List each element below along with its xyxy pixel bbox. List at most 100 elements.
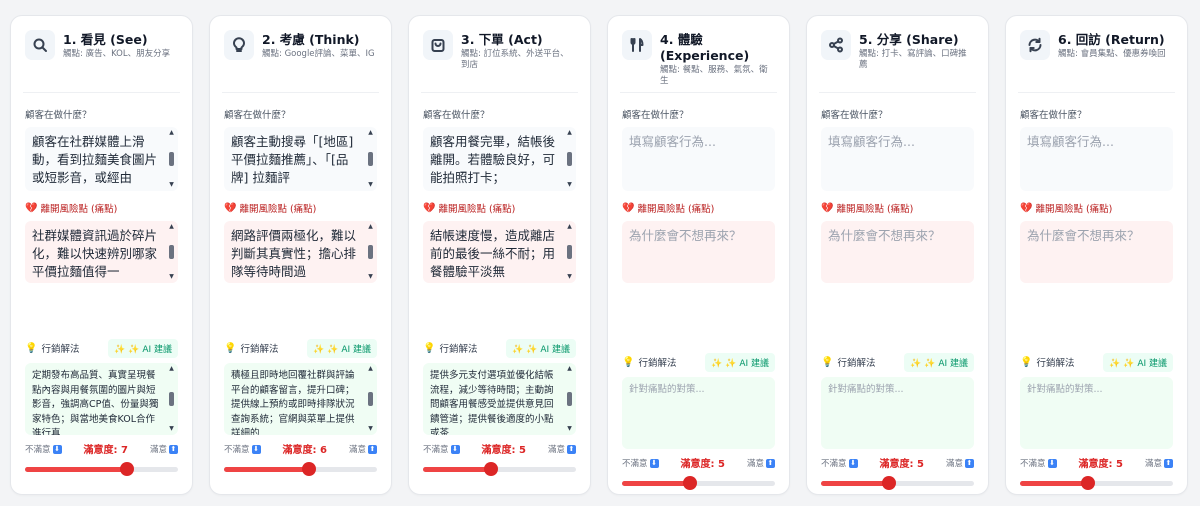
satisfaction-slider[interactable] <box>25 462 178 476</box>
ai-suggest-button[interactable]: ✨ ✨ AI 建議 <box>506 338 576 358</box>
scroll-up-arrow[interactable]: ▲ <box>169 130 174 136</box>
satisfaction-slider[interactable] <box>622 476 775 490</box>
up-arrow-icon: ⬆ <box>1163 458 1173 468</box>
solution-field[interactable]: 針對痛點的對策... <box>821 377 974 449</box>
scroll-thumb[interactable] <box>169 245 174 259</box>
scrollbar[interactable]: ▲ ▼ <box>566 366 573 432</box>
pain-point-field[interactable]: 為什麼會不想再來？ <box>1020 221 1173 283</box>
scroll-thumb[interactable] <box>368 152 373 166</box>
scrollbar[interactable]: ▲ ▼ <box>168 130 175 188</box>
scroll-down-arrow[interactable]: ▼ <box>567 426 572 432</box>
satisfaction-row: 不滿意 ⬇ 滿意度: 5 滿意 ⬆ <box>1020 455 1173 470</box>
scroll-thumb[interactable] <box>169 152 174 166</box>
stage-touchpoints: 觸點: 餐點、服務、氣氛、衛生 <box>660 65 768 86</box>
customer-action-field[interactable]: 顧客主動搜尋「[地區] 平價拉麵推薦」、「[品牌] 拉麵評 ▲ ▼ <box>224 127 377 191</box>
solution-placeholder: 針對痛點的對策... <box>828 384 904 395</box>
stage-touchpoints: 觸點: 訂位系統、外送平台、到店 <box>461 49 569 70</box>
satisfaction-row: 不滿意 ⬇ 滿意度: 5 滿意 ⬆ <box>821 455 974 470</box>
pain-point-field[interactable]: 為什麼會不想再來？ <box>821 221 974 283</box>
customer-action-field[interactable]: 填寫顧客行為... <box>821 127 974 191</box>
scroll-down-arrow[interactable]: ▼ <box>567 182 572 188</box>
scrollbar[interactable]: ▲ ▼ <box>168 366 175 432</box>
scroll-thumb[interactable] <box>368 245 373 259</box>
pain-point-field[interactable]: 網路評價兩極化，難以判斷其真實性；擔心排隊等待時間過 ▲ ▼ <box>224 221 377 283</box>
ai-suggest-button[interactable]: ✨ ✨ AI 建議 <box>307 338 377 358</box>
scrollbar[interactable]: ▲ ▼ <box>367 366 374 432</box>
scroll-down-arrow[interactable]: ▼ <box>368 274 373 280</box>
solution-placeholder: 針對痛點的對策... <box>629 384 705 395</box>
refresh-icon <box>1020 30 1050 60</box>
slider-knob[interactable] <box>302 462 316 476</box>
scroll-thumb[interactable] <box>567 152 572 166</box>
up-arrow-icon: ⬆ <box>964 458 974 468</box>
action-label: 顧客在做什麼？ <box>1020 110 1087 121</box>
satisfaction-value: 滿意度: 7 <box>83 445 128 456</box>
stage-card: 4. 體驗 (Experience) 觸點: 餐點、服務、氣氛、衛生 顧客在做什麼？… <box>607 15 790 495</box>
solution-field[interactable]: 提供多元支付選項並優化結帳流程，減少等待時間；主動詢問顧客用餐感受並提供意見回饋… <box>423 363 576 435</box>
action-label: 顧客在做什麼？ <box>423 110 490 121</box>
pain-point-field[interactable]: 社群媒體資訊過於碎片化，難以快速辨別哪家平價拉麵值得一 ▲ ▼ <box>25 221 178 283</box>
satisfaction-slider[interactable] <box>821 476 974 490</box>
pain-placeholder: 為什麼會不想再來？ <box>828 228 941 243</box>
scrollbar[interactable]: ▲ ▼ <box>367 130 374 188</box>
scroll-up-arrow[interactable]: ▲ <box>567 224 572 230</box>
scroll-thumb[interactable] <box>567 392 572 406</box>
ai-suggest-button[interactable]: ✨ ✨ AI 建議 <box>705 352 775 372</box>
solution-field[interactable]: 定期發布高品質、真實呈現餐點內容與用餐氛圍的圖片與短影音，強調高CP值、份量與獨… <box>25 363 178 435</box>
scroll-down-arrow[interactable]: ▼ <box>169 182 174 188</box>
customer-action-field[interactable]: 填寫顧客行為... <box>622 127 775 191</box>
pain-placeholder: 為什麼會不想再來？ <box>629 228 742 243</box>
solution-field[interactable]: 針對痛點的對策... <box>1020 377 1173 449</box>
customer-action-field[interactable]: 填寫顧客行為... <box>1020 127 1173 191</box>
scrollbar[interactable]: ▲ ▼ <box>566 130 573 188</box>
stage-title: 5. 分享 (Share) <box>859 32 959 47</box>
slider-knob[interactable] <box>120 462 134 476</box>
sparkle-icon: ✨ <box>711 358 726 369</box>
satisfaction-row: 不滿意 ⬇ 滿意度: 5 滿意 ⬆ <box>622 455 775 470</box>
solution-field[interactable]: 針對痛點的對策... <box>622 377 775 449</box>
sparkle-icon: ✨ <box>313 344 328 355</box>
scroll-up-arrow[interactable]: ▲ <box>169 366 174 372</box>
slider-track <box>224 467 377 472</box>
ai-suggest-button[interactable]: ✨ ✨ AI 建議 <box>904 352 974 372</box>
scroll-thumb[interactable] <box>368 392 373 406</box>
stage-title: 4. 體驗 (Experience) <box>660 32 750 63</box>
ai-suggest-button[interactable]: ✨ ✨ AI 建議 <box>108 338 178 358</box>
scroll-down-arrow[interactable]: ▼ <box>368 182 373 188</box>
scroll-up-arrow[interactable]: ▲ <box>567 130 572 136</box>
up-arrow-icon: ⬆ <box>566 444 576 454</box>
scrollbar[interactable]: ▲ ▼ <box>566 224 573 280</box>
satisfaction-slider[interactable] <box>224 462 377 476</box>
slider-knob[interactable] <box>1080 476 1095 490</box>
stage-title: 3. 下單 (Act) <box>461 32 543 47</box>
scroll-down-arrow[interactable]: ▼ <box>368 426 373 432</box>
solution-field[interactable]: 積極且即時地回覆社群與評論平台的顧客留言，提升口碑；提供線上預約或即時排隊狀況查… <box>224 363 377 435</box>
slider-knob[interactable] <box>483 462 498 476</box>
customer-action-field[interactable]: 顧客在社群媒體上滑動，看到拉麵美食圖片或短影音，或經由 ▲ ▼ <box>25 127 178 191</box>
scroll-down-arrow[interactable]: ▼ <box>169 274 174 280</box>
scroll-thumb[interactable] <box>567 245 572 259</box>
ai-suggest-button[interactable]: ✨ ✨ AI 建議 <box>1103 352 1173 372</box>
customer-action-field[interactable]: 顧客用餐完畢，結帳後離開。若體驗良好，可能拍照打卡； ▲ ▼ <box>423 127 576 191</box>
scrollbar[interactable]: ▲ ▼ <box>168 224 175 280</box>
pain-point-field[interactable]: 結帳速度慢，造成離店前的最後一絲不耐；用餐體驗平淡無 ▲ ▼ <box>423 221 576 283</box>
satisfaction-value: 滿意度: 5 <box>680 459 725 470</box>
scroll-up-arrow[interactable]: ▲ <box>169 224 174 230</box>
satisfaction-slider[interactable] <box>423 462 576 476</box>
pain-point-field[interactable]: 為什麼會不想再來？ <box>622 221 775 283</box>
scroll-up-arrow[interactable]: ▲ <box>567 366 572 372</box>
stage-header: 3. 下單 (Act) 觸點: 訂位系統、外送平台、到店 <box>423 30 576 92</box>
scroll-thumb[interactable] <box>169 392 174 406</box>
slider-knob[interactable] <box>881 476 896 490</box>
scrollbar[interactable]: ▲ ▼ <box>367 224 374 280</box>
scroll-up-arrow[interactable]: ▲ <box>368 366 373 372</box>
scroll-up-arrow[interactable]: ▲ <box>368 130 373 136</box>
divider <box>421 92 578 93</box>
scroll-up-arrow[interactable]: ▲ <box>368 224 373 230</box>
unhappy-label: 不滿意 ⬇ <box>224 444 261 455</box>
satisfaction-slider[interactable] <box>1020 476 1173 490</box>
lightbulb-icon: 💡 <box>25 342 38 354</box>
slider-knob[interactable] <box>682 476 697 490</box>
scroll-down-arrow[interactable]: ▼ <box>567 274 572 280</box>
scroll-down-arrow[interactable]: ▼ <box>169 426 174 432</box>
